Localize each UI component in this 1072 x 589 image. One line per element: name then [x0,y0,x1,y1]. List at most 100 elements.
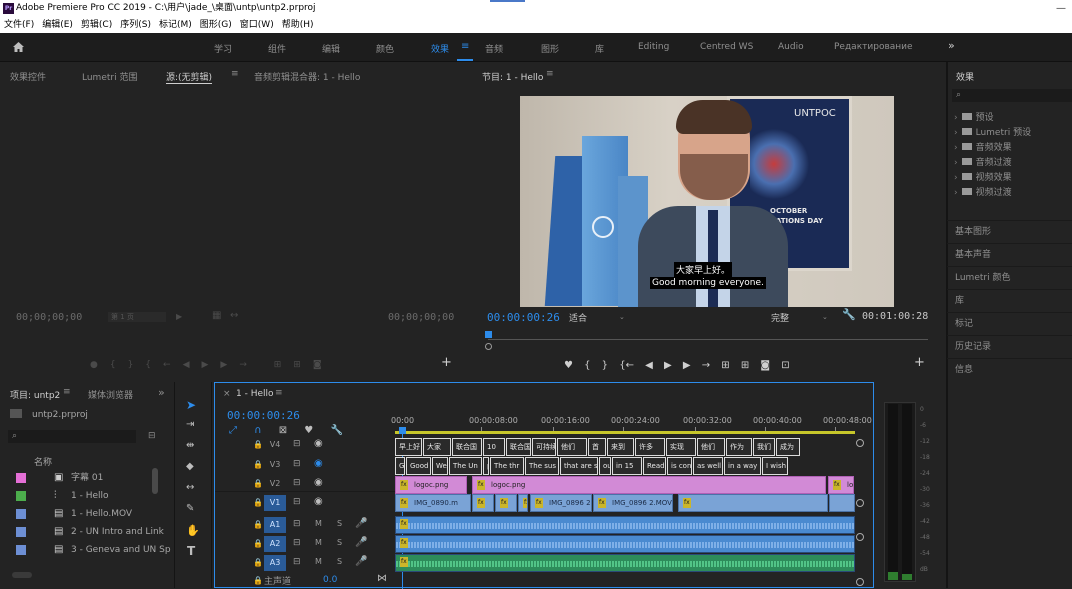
menu-item-3[interactable]: 序列(S) [120,20,151,30]
timeline-timecode[interactable]: 00:00:00:26 [227,409,300,422]
sync-lock-icon[interactable]: ⊟ [293,497,301,507]
program-title[interactable]: 节目: 1 - Hello [482,70,543,83]
graphic-clip-v2[interactable]: fx logoc.png [472,476,826,494]
program-transport-controls[interactable]: ♥ { } {← ◀ ▶ ▶ → ⊞ ⊞ ◙ ⊡ [564,360,884,372]
caption-clip-v4[interactable]: 来到 [607,438,634,456]
effects-tree-item-2[interactable]: › 音频效果 [954,140,1012,153]
tab-audio-clip-mixer[interactable]: 音频剪辑混合器: 1 - Hello [254,70,360,83]
menu-item-0[interactable]: 文件(F) [4,20,34,30]
panel-section-5[interactable]: 历史记录 [947,335,1072,357]
home-icon[interactable] [12,41,25,53]
vscroll-top-handle[interactable] [856,439,864,447]
effects-tree-item-5[interactable]: › 视频过渡 [954,185,1012,198]
caption-clip-v4[interactable]: 他们 [697,438,725,456]
eye-icon[interactable]: ◉ [314,458,323,469]
caption-clip-v4[interactable]: 实现 [666,438,696,456]
video-clip-v1[interactable]: fx IMG_0896 2.MOV [593,494,673,512]
caption-clip-v4[interactable]: 首 [588,438,606,456]
project-item[interactable]: ▣ 字幕 01 [8,469,158,487]
lock-icon[interactable]: 🔒 [253,460,263,469]
track-select-tool-icon[interactable]: ⇥ [186,419,194,430]
workspace-menu-icon[interactable]: ≡ [456,41,474,61]
scrub-zoom-handle[interactable] [485,343,492,350]
workspace-tab-2[interactable]: 编辑 [322,42,340,55]
panel-section-6[interactable]: 信息 [947,358,1072,380]
track-target-V2[interactable]: V2 [264,476,286,492]
panel-section-2[interactable]: Lumetri 颜色 [947,266,1072,288]
zoom-slider[interactable] [12,572,32,578]
program-menu-icon[interactable]: ≡ [546,69,554,79]
project-item[interactable]: ▤ 3 - Geneva and UN Sp [8,541,171,559]
effects-tree-item-0[interactable]: › 预设 [954,110,994,123]
workspace-tab-5[interactable]: 音频 [485,42,503,55]
video-clip-v1[interactable] [829,494,855,512]
sync-lock-icon[interactable]: ⊟ [293,439,301,449]
video-clip-v1[interactable]: fx [472,494,494,512]
panel-more-icon[interactable]: » [158,386,165,399]
razor-tool-icon[interactable]: ◆ [186,461,194,472]
workspace-tab-1[interactable]: 组件 [268,42,286,55]
lock-icon[interactable]: 🔒 [253,479,263,488]
source-page-select[interactable]: 第 1 页 [108,312,166,322]
track-target-V1[interactable]: V1 [264,495,286,511]
caption-clip-v4[interactable]: 可持续 [532,438,556,456]
eye-icon[interactable]: ◉ [314,477,323,488]
effects-tree-item-4[interactable]: › 视频效果 [954,170,1012,183]
lock-icon[interactable]: 🔒 [253,558,263,567]
program-scrubber[interactable] [488,334,928,340]
menu-item-4[interactable]: 标记(M) [159,20,192,30]
workspace-tab-9[interactable]: Centred WS [700,42,753,52]
effects-search-input[interactable]: ⌕ [952,89,1072,102]
caption-clip-v4[interactable]: 许多 [635,438,665,456]
lock-icon[interactable]: 🔒 [253,520,263,529]
column-name[interactable]: 名称 [34,455,52,468]
lock-icon[interactable]: 🔒 [253,440,263,449]
project-item[interactable]: ▤ 1 - Hello.MOV [8,505,158,523]
workspace-tab-4[interactable]: 效果 [426,42,454,64]
caption-clip-v3[interactable]: ou [599,457,611,475]
track-target-V3[interactable]: V3 [264,457,286,473]
tab-lumetri-scopes[interactable]: Lumetri 范围 [82,70,137,83]
sync-lock-icon[interactable]: ⊟ [293,459,301,469]
panel-section-0[interactable]: 基本图形 [947,220,1072,242]
panel-section-3[interactable]: 库 [947,289,1072,311]
workspace-tab-6[interactable]: 图形 [541,42,559,55]
track-target-A2[interactable]: A2 [264,536,286,552]
audio-clip-2[interactable]: fx [395,535,855,553]
track-target-V4[interactable]: V4 [264,437,286,453]
caption-clip-v4[interactable]: 10 [483,438,505,456]
lock-icon[interactable]: 🔒 [253,539,263,548]
menu-item-7[interactable]: 帮助(H) [282,20,314,30]
tab-media-browser[interactable]: 媒体浏览器 [88,388,133,401]
project-menu-icon[interactable]: ≡ [63,387,71,397]
label-color-swatch[interactable] [16,527,26,537]
new-bin-icon[interactable]: ⊟ [148,431,156,441]
lock-icon[interactable]: 🔒 [253,498,263,507]
label-color-swatch[interactable] [16,545,26,555]
caption-clip-v4[interactable]: 作为 [726,438,752,456]
mute-icon[interactable]: M [315,557,322,566]
track-target-A3[interactable]: A3 [264,555,286,571]
workspace-tab-8[interactable]: Editing [638,42,669,52]
timeline-ruler[interactable]: 00:00 00:00:08:00 00:00:16:00 00:00:24:00 00… [391,411,872,431]
label-color-swatch[interactable] [16,491,26,501]
menu-item-1[interactable]: 编辑(E) [42,20,73,30]
sync-lock-icon[interactable]: ⊟ [293,519,301,529]
caption-clip-v3[interactable]: as well [693,457,723,475]
caption-clip-v4[interactable]: 早上好 [395,438,422,456]
effects-tree-item-3[interactable]: › 音频过渡 [954,155,1012,168]
caption-clip-v3[interactable]: is con [667,457,692,475]
vscroll-bottom-handle[interactable] [856,578,864,586]
video-clip-v1[interactable]: fx [678,494,828,512]
timeline-playhead-icon[interactable] [399,427,406,434]
eye-icon[interactable]: ◉ [314,496,323,507]
solo-icon[interactable]: S [337,538,342,547]
caption-clip-v4[interactable]: 联合国 [452,438,482,456]
source-add-button-icon[interactable]: + [441,356,452,369]
tab-project[interactable]: 项目: untp2 [10,388,60,401]
video-clip-v1[interactable]: fx [495,494,517,512]
slip-tool-icon[interactable]: ↔ [186,482,194,493]
caption-clip-v3[interactable]: Good [406,457,431,475]
vscroll-audio-handle[interactable] [856,533,864,541]
panel-section-4[interactable]: 标记 [947,312,1072,334]
